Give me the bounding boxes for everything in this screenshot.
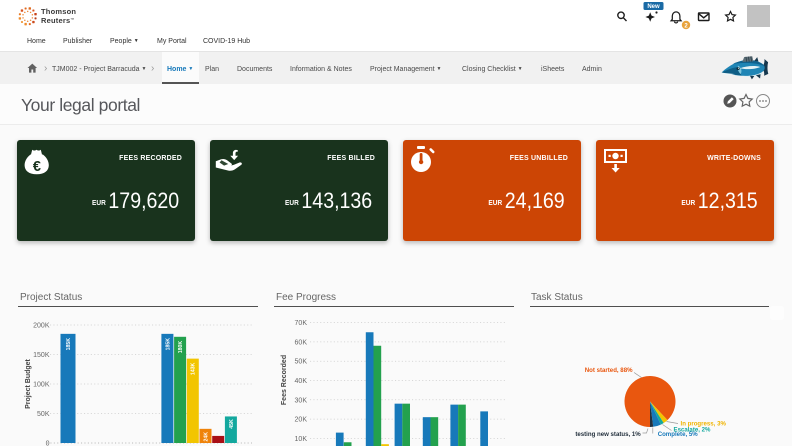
svg-text:150K: 150K xyxy=(33,352,50,359)
svg-text:185K: 185K xyxy=(165,338,171,351)
svg-text:24K: 24K xyxy=(203,432,209,442)
svg-text:50K: 50K xyxy=(295,359,308,366)
svg-text:Project Budget: Project Budget xyxy=(25,358,32,408)
svg-text:€: € xyxy=(33,159,41,175)
svg-text:testing new status, 1%: testing new status, 1% xyxy=(575,431,641,438)
svg-text:143K: 143K xyxy=(191,362,197,375)
svg-text:10K: 10K xyxy=(295,436,308,443)
svg-text:50K: 50K xyxy=(37,411,50,418)
svg-text:Complete, 5%: Complete, 5% xyxy=(658,431,699,438)
svg-text:40K: 40K xyxy=(295,378,308,385)
svg-text:60K: 60K xyxy=(295,339,308,346)
svg-text:Not started, 88%: Not started, 88% xyxy=(585,367,633,374)
svg-text:185K: 185K xyxy=(66,338,72,351)
svg-text:Fees Recorded: Fees Recorded xyxy=(281,355,288,405)
svg-text:30K: 30K xyxy=(295,397,308,404)
svg-text:45K: 45K xyxy=(229,419,235,429)
svg-text:New: New xyxy=(647,4,660,10)
svg-text:180K: 180K xyxy=(178,341,184,354)
svg-text:100K: 100K xyxy=(33,382,50,389)
svg-text:70K: 70K xyxy=(295,320,308,327)
svg-text:20K: 20K xyxy=(295,417,308,424)
svg-text:200K: 200K xyxy=(33,323,50,330)
